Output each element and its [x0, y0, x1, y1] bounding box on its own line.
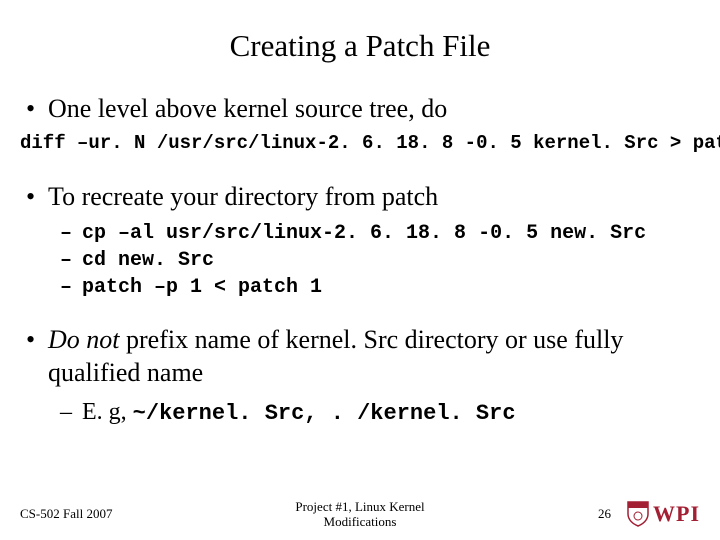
- bullet-three: Do not prefix name of kernel. Src direct…: [20, 323, 700, 391]
- wpi-logo-text: WPI: [653, 501, 700, 527]
- slide-title: Creating a Patch File: [20, 28, 700, 64]
- example-code: ~/kernel. Src, . /kernel. Src: [133, 401, 516, 426]
- bullet-list-2: To recreate your directory from patch: [20, 180, 700, 214]
- bullet-three-rest: prefix name of kernel. Src directory or …: [48, 325, 623, 388]
- example-list: E. g, ~/kernel. Src, . /kernel. Src: [20, 396, 700, 429]
- footer-project: Project #1, Linux Kernel Modifications: [220, 499, 500, 530]
- cmd-cd: cd new. Src: [20, 247, 700, 274]
- bullet-one: One level above kernel source tree, do: [20, 92, 700, 126]
- bullet-two: To recreate your directory from patch: [20, 180, 700, 214]
- cmd-cp: cp –al usr/src/linux-2. 6. 18. 8 -0. 5 n…: [20, 220, 700, 247]
- sub-command-list: cp –al usr/src/linux-2. 6. 18. 8 -0. 5 n…: [20, 220, 700, 301]
- bullet-three-emph: Do not: [48, 325, 120, 354]
- footer-center-line2: Modifications: [324, 514, 397, 529]
- slide: Creating a Patch File One level above ke…: [0, 0, 720, 540]
- footer-right: 26 WPI: [500, 501, 700, 527]
- bullet-list-3: Do not prefix name of kernel. Src direct…: [20, 323, 700, 391]
- slide-number: 26: [598, 506, 611, 522]
- cmd-patch: patch –p 1 < patch 1: [20, 274, 700, 301]
- slide-footer: CS-502 Fall 2007 Project #1, Linux Kerne…: [20, 499, 700, 530]
- shield-icon: [627, 501, 649, 527]
- example-lead: E. g,: [82, 399, 133, 425]
- example-item: E. g, ~/kernel. Src, . /kernel. Src: [20, 396, 700, 429]
- wpi-logo: WPI: [627, 501, 700, 527]
- footer-center-line1: Project #1, Linux Kernel: [295, 499, 424, 514]
- bullet-list: One level above kernel source tree, do: [20, 92, 700, 126]
- footer-course: CS-502 Fall 2007: [20, 506, 220, 522]
- diff-command: diff –ur. N /usr/src/linux-2. 6. 18. 8 -…: [20, 132, 700, 154]
